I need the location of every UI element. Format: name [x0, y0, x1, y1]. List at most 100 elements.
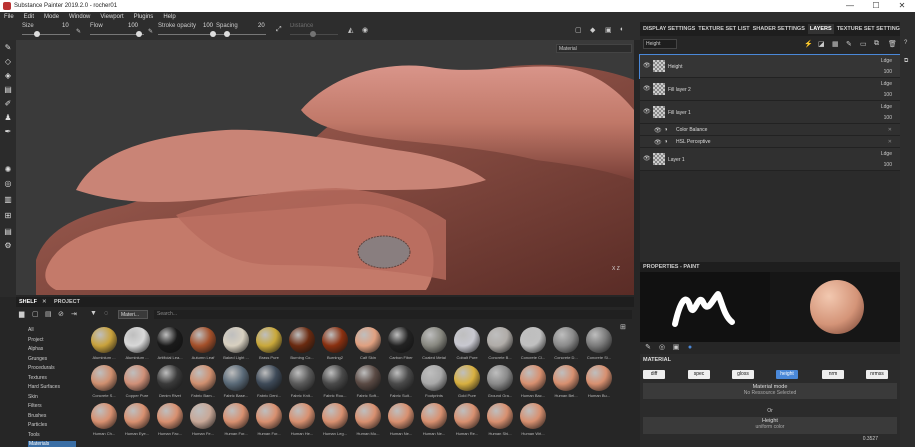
filter-icon[interactable]: ▼ — [90, 310, 97, 317]
add-effect-icon[interactable]: ⚡ — [804, 40, 813, 48]
add-instance-icon[interactable]: ⧉ — [874, 40, 879, 48]
tab-project[interactable]: PROJECT — [54, 299, 80, 305]
category-item[interactable]: Hard Surfaces — [28, 384, 60, 390]
lazy-mouse-icon[interactable]: ⤢ — [276, 26, 282, 34]
tab-shader-settings[interactable]: SHADER SETTINGS — [753, 26, 805, 32]
eye-icon[interactable]: 👁 — [643, 62, 651, 69]
material-tab-icon[interactable]: ● — [686, 344, 694, 352]
add-folder-icon[interactable]: ▭ — [860, 40, 867, 48]
grid-view-icon[interactable]: ⊞ — [620, 323, 626, 331]
layer-icon[interactable]: ▥ — [4, 196, 12, 204]
category-item[interactable]: Textures — [28, 375, 47, 381]
material-thumbnail[interactable]: Footprints — [418, 365, 450, 401]
polygon-fill-icon[interactable]: ◎ — [4, 180, 12, 188]
refresh-icon[interactable]: ◌ — [104, 310, 108, 317]
material-thumbnail[interactable]: Aluminium ... — [121, 327, 153, 363]
eye-icon[interactable]: 👁 — [643, 85, 651, 92]
eye-icon[interactable]: 👁 — [654, 139, 662, 146]
material-thumbnail[interactable]: Fabric Soft... — [352, 365, 384, 401]
material-thumbnail[interactable]: Fabric Base... — [220, 365, 252, 401]
material-thumbnail[interactable]: Human Mo... — [352, 403, 384, 439]
material-thumbnail[interactable]: Concrete Cl... — [517, 327, 549, 363]
tab-layers[interactable]: LAYERS — [807, 24, 834, 34]
channel-diff-button[interactable]: diff — [643, 370, 665, 379]
material-thumbnail[interactable]: Fabric Deni... — [253, 365, 285, 401]
tab-texture-set-settings[interactable]: TEXTURE SET SETTINGS — [837, 26, 904, 32]
category-item[interactable]: Tools — [28, 432, 40, 438]
add-paint-layer-icon[interactable]: ✎ — [846, 40, 852, 48]
material-thumbnail[interactable]: Fabric Rou... — [319, 365, 351, 401]
remove-effect-icon[interactable]: ✕ — [888, 127, 892, 133]
material-thumbnail[interactable]: Burning Co... — [286, 327, 318, 363]
brush-tab-icon[interactable]: ✎ — [644, 344, 652, 352]
pen-pressure-icon[interactable]: ✎ — [76, 28, 81, 35]
material-thumbnail[interactable]: Human Bac... — [517, 365, 549, 401]
tab-texture-set-list[interactable]: TEXTURE SET LIST — [698, 26, 749, 32]
material-thumbnail[interactable]: Human Re... — [451, 403, 483, 439]
pen-pressure-icon[interactable]: ✎ — [148, 28, 153, 35]
material-thumbnail[interactable]: Human Bu... — [583, 365, 615, 401]
material-thumbnail[interactable]: Cobalt Pure — [451, 327, 483, 363]
maximize-button[interactable]: ☐ — [863, 0, 889, 12]
camera-icon[interactable]: ◉ — [362, 26, 368, 34]
category-item[interactable]: Alphas — [28, 346, 43, 352]
eye-icon[interactable]: 👁 — [643, 108, 651, 115]
layer-row[interactable]: 👁 Fill layer 2 Ldge 100 — [640, 78, 900, 101]
material-thumbnail[interactable]: Human Shi... — [484, 403, 516, 439]
height-value[interactable]: 0.3527 — [863, 436, 878, 442]
tab-display-settings[interactable]: DISPLAY SETTINGS — [643, 26, 695, 32]
add-fill-layer-icon[interactable]: ▦ — [832, 40, 839, 48]
material-thumbnail[interactable]: Concrete Si... — [583, 327, 615, 363]
material-thumbnail[interactable]: Baked Light ... — [220, 327, 252, 363]
effect-row[interactable]: 👁 ◑ HSL Perceptive ✕ — [640, 136, 900, 148]
paint-brush-icon[interactable]: ✎ — [4, 44, 12, 52]
layer-row[interactable]: 👁 Fill layer 1 Ldge 100 — [640, 101, 900, 124]
alpha-tab-icon[interactable]: ◎ — [658, 344, 666, 352]
geometry-fill-icon[interactable]: ▤ — [4, 86, 12, 94]
viewport-2d-icon[interactable]: ▢ — [575, 26, 582, 34]
material-thumbnail[interactable]: Human For... — [220, 403, 252, 439]
projection-icon[interactable]: ◈ — [4, 72, 12, 80]
material-preview[interactable] — [770, 272, 900, 342]
category-item[interactable]: Project — [28, 337, 44, 343]
clone-icon[interactable]: ♟ — [4, 114, 12, 122]
material-thumbnail[interactable]: Denim Rivet — [154, 365, 186, 401]
material-thumbnail[interactable]: Calf Skin — [352, 327, 384, 363]
stencil-tab-icon[interactable]: ▣ — [672, 344, 680, 352]
material-thumbnail[interactable]: Human Ch... — [88, 403, 120, 439]
category-item[interactable]: Grunges — [28, 356, 47, 362]
symmetry-icon[interactable]: ◭ — [348, 26, 353, 34]
add-mask-icon[interactable]: ◪ — [818, 40, 825, 48]
eye-icon[interactable]: 👁 — [643, 155, 651, 162]
category-item[interactable]: Brushes — [28, 413, 46, 419]
spacing-slider[interactable]: Spacing 20 — [216, 22, 268, 40]
category-item[interactable]: Skin — [28, 394, 38, 400]
filter-chip[interactable]: Materi... — [118, 310, 148, 319]
channel-gloss-button[interactable]: gloss — [732, 370, 754, 379]
menu-help[interactable]: Help — [163, 14, 175, 20]
channel-spec-button[interactable]: spec — [688, 370, 710, 379]
height-slot[interactable]: Height uniform color — [643, 417, 897, 434]
material-thumbnail[interactable]: Human Eye... — [121, 403, 153, 439]
layer-row[interactable]: 👁 Height Ldge 100 — [639, 54, 901, 79]
hide-icon[interactable]: ⊘ — [58, 310, 64, 318]
eye-icon[interactable]: 👁 — [654, 127, 662, 134]
material-thumbnail[interactable]: Concrete B... — [484, 327, 516, 363]
viewport-3d-icon[interactable]: ◆ — [590, 26, 595, 34]
import-icon[interactable]: ⇥ — [71, 310, 77, 318]
menu-viewport[interactable]: Viewport — [100, 14, 123, 20]
material-thumbnail[interactable]: Gold Pure — [451, 365, 483, 401]
category-item[interactable]: Filters — [28, 403, 42, 409]
material-thumbnail[interactable]: Human He... — [286, 403, 318, 439]
channel-height-button[interactable]: height — [776, 370, 798, 379]
help-icon[interactable]: ? — [904, 40, 907, 46]
tab-shelf[interactable]: SHELF — [19, 299, 37, 305]
material-thumbnail[interactable]: Aluminium ... — [88, 327, 120, 363]
distance-slider[interactable]: Distance — [290, 22, 340, 40]
material-thumbnail[interactable]: Human For... — [253, 403, 285, 439]
material-thumbnail[interactable]: Human Fe... — [187, 403, 219, 439]
material-thumbnail[interactable]: Copper Pure — [121, 365, 153, 401]
delete-layer-icon[interactable]: 🗑 — [888, 40, 897, 48]
material-thumbnail[interactable]: Fabric Suit... — [385, 365, 417, 401]
material-thumbnail[interactable]: Fabric Knit... — [286, 365, 318, 401]
